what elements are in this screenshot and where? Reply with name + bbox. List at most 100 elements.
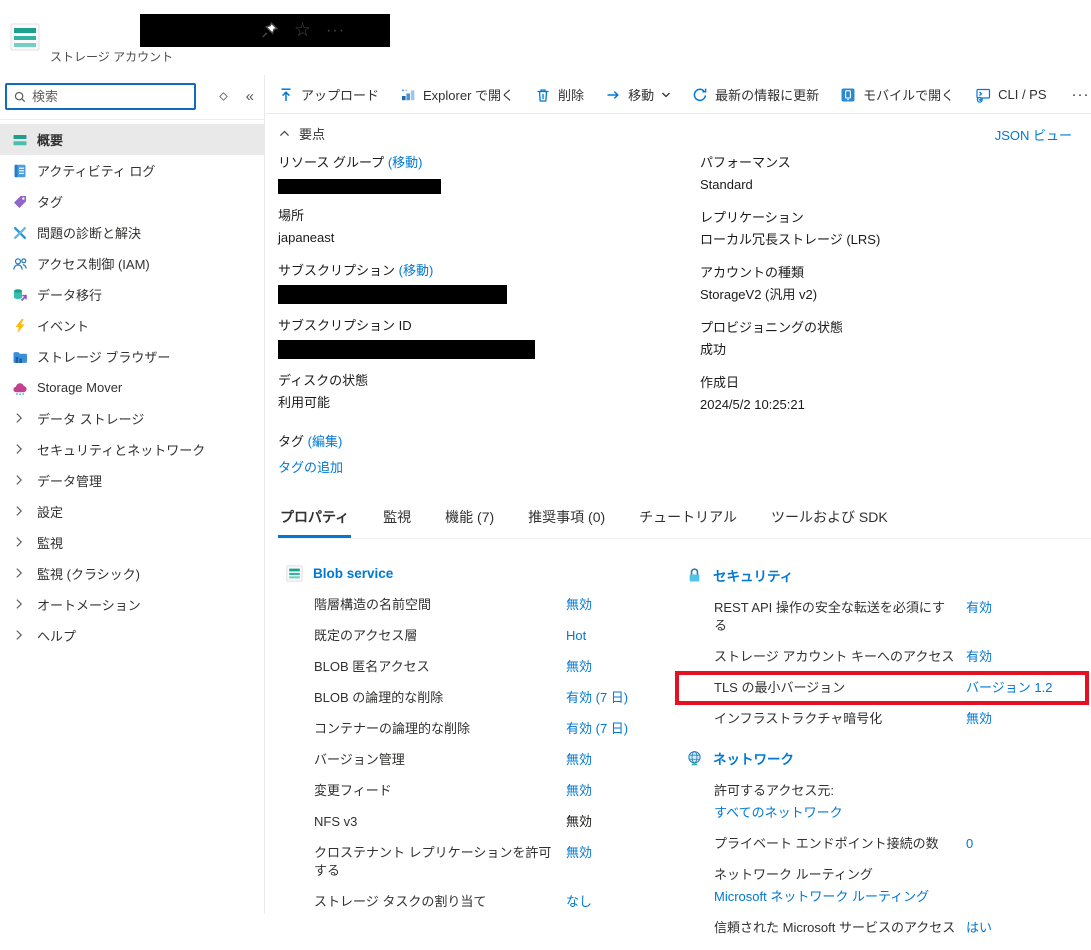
tab[interactable]: 推奨事項 (0) <box>526 503 607 538</box>
dock-icon[interactable] <box>217 90 230 103</box>
pin-icon[interactable] <box>260 21 279 40</box>
sidebar-group-label: セキュリティとネットワーク <box>37 440 205 459</box>
sidebar-item-diagnose[interactable]: 問題の診断と解決 <box>0 217 264 248</box>
json-view-link[interactable]: JSON ビュー <box>995 125 1072 144</box>
property-value[interactable]: 有効 (7 日) <box>566 689 628 707</box>
field-subscription: サブスクリプション (移動) <box>278 260 700 304</box>
field-label: リソース グループ <box>278 155 384 170</box>
sidebar: « 概要 アクティビティ ログ <box>0 75 265 914</box>
property-row: プライベート エンドポイント接続の数 0 <box>714 835 1091 853</box>
property-value[interactable]: 無効 <box>566 751 592 769</box>
property-label: BLOB の論理的な削除 <box>314 689 566 707</box>
data-migration-icon <box>12 287 28 303</box>
property-label: インフラストラクチャ暗号化 <box>714 710 966 728</box>
tab[interactable]: 機能 (7) <box>443 503 496 538</box>
iam-icon <box>12 256 28 272</box>
favorite-star-icon[interactable]: ☆ <box>294 22 311 40</box>
property-value[interactable]: 有効 <box>966 648 992 666</box>
sidebar-item-overview[interactable]: 概要 <box>0 124 264 155</box>
page-header: ストレージ アカウント ☆ ··· <box>0 0 1091 75</box>
field-label: アカウントの種類 <box>700 262 1091 284</box>
sidebar-group-label: 監視 <box>37 533 63 552</box>
sidebar-item-storage-mover[interactable]: Storage Mover <box>0 372 264 403</box>
add-tags-link[interactable]: タグの追加 <box>278 460 343 475</box>
open-in-mobile-button[interactable]: モバイルで開く <box>840 85 954 104</box>
sidebar-item-activity-log[interactable]: アクティビティ ログ <box>0 155 264 186</box>
delete-button[interactable]: 削除 <box>535 85 584 104</box>
property-value[interactable]: すべてのネットワーク <box>714 804 843 822</box>
sidebar-group-item[interactable]: データ管理 <box>0 465 264 496</box>
property-value[interactable]: バージョン 1.2 <box>966 679 1052 697</box>
search-input[interactable] <box>32 89 188 104</box>
field-value: 利用可能 <box>278 392 700 414</box>
sidebar-item-access-control[interactable]: アクセス制御 (IAM) <box>0 248 264 279</box>
collapse-sidebar-icon[interactable]: « <box>246 88 254 105</box>
property-value[interactable]: Hot <box>566 627 586 645</box>
property-value[interactable]: 0 <box>966 835 973 853</box>
sidebar-item-events[interactable]: イベント <box>0 310 264 341</box>
sidebar-group-item[interactable]: 監視 <box>0 527 264 558</box>
cli-ps-button[interactable]: CLI / PS <box>975 87 1046 103</box>
command-bar: アップロード Explorer で開く 削除 <box>266 75 1091 114</box>
field-value: japaneast <box>278 227 700 249</box>
tab[interactable]: 監視 <box>381 503 413 538</box>
field-location: 場所 japaneast <box>278 205 700 249</box>
overview-icon <box>12 132 28 148</box>
sidebar-group-item[interactable]: オートメーション <box>0 589 264 620</box>
property-value[interactable]: 無効 <box>566 658 592 676</box>
property-value[interactable]: はい <box>966 919 992 937</box>
tab[interactable]: チュートリアル <box>637 503 739 538</box>
property-row: 許可するアクセス元: すべてのネットワーク <box>714 782 1091 822</box>
tab[interactable]: プロパティ <box>278 503 351 538</box>
toolbar-more-icon[interactable]: ··· <box>1068 86 1091 103</box>
sidebar-group-item[interactable]: データ ストレージ <box>0 403 264 434</box>
redacted-value <box>278 285 507 304</box>
toolbar-label: モバイルで開く <box>863 85 954 104</box>
search-icon <box>13 90 27 104</box>
sidebar-group-item[interactable]: 監視 (クラシック) <box>0 558 264 589</box>
property-value[interactable]: Microsoft ネットワーク ルーティング <box>714 888 929 906</box>
property-row: 変更フィード 無効 <box>314 782 686 800</box>
property-value[interactable]: 無効 <box>566 844 592 862</box>
chevron-down-icon <box>661 90 671 100</box>
essentials-title: 要点 <box>299 124 325 143</box>
sidebar-group-item[interactable]: セキュリティとネットワーク <box>0 434 264 465</box>
property-value[interactable]: 有効 <box>966 599 992 617</box>
property-value[interactable]: 無効 <box>566 782 592 800</box>
redacted-value <box>278 179 441 194</box>
tags-edit-link[interactable]: (編集) <box>308 434 343 449</box>
sidebar-item-storage-browser[interactable]: ストレージ ブラウザー <box>0 341 264 372</box>
subscription-move-link[interactable]: (移動) <box>399 263 434 278</box>
resource-group-move-link[interactable]: (移動) <box>388 155 423 170</box>
activity-log-icon <box>12 163 28 179</box>
move-button[interactable]: 移動 <box>605 85 671 104</box>
sidebar-item-tags[interactable]: タグ <box>0 186 264 217</box>
redacted-value <box>278 340 535 359</box>
upload-icon <box>278 87 294 103</box>
upload-button[interactable]: アップロード <box>278 85 379 104</box>
sidebar-item-data-migration[interactable]: データ移行 <box>0 279 264 310</box>
field-performance: パフォーマンス Standard <box>700 152 1091 196</box>
property-row: NFS v3 無効 <box>314 813 686 831</box>
property-value[interactable]: なし <box>566 893 592 911</box>
tab-label: 監視 <box>383 509 411 525</box>
field-label: タグ <box>278 434 304 449</box>
tab[interactable]: ツールおよび SDK <box>769 503 890 538</box>
sidebar-group-item[interactable]: ヘルプ <box>0 620 264 651</box>
header-more-icon[interactable]: ··· <box>326 22 345 40</box>
sidebar-item-label: 概要 <box>37 130 63 149</box>
property-label: NFS v3 <box>314 813 566 831</box>
open-explorer-button[interactable]: Explorer で開く <box>400 85 514 104</box>
refresh-button[interactable]: 最新の情報に更新 <box>692 85 819 104</box>
property-label: 階層構造の名前空間 <box>314 596 566 614</box>
sidebar-group-label: 設定 <box>37 502 63 521</box>
property-label: ストレージ タスクの割り当て <box>314 893 566 911</box>
toolbar-label: CLI / PS <box>998 87 1046 102</box>
property-value[interactable]: 有効 (7 日) <box>566 720 628 738</box>
chevron-right-icon <box>12 504 28 520</box>
property-value[interactable]: 無効 <box>566 596 592 614</box>
collapse-essentials-icon[interactable] <box>278 127 291 140</box>
property-value[interactable]: 無効 <box>966 710 992 728</box>
sidebar-group-item[interactable]: 設定 <box>0 496 264 527</box>
network-globe-icon <box>686 750 703 767</box>
